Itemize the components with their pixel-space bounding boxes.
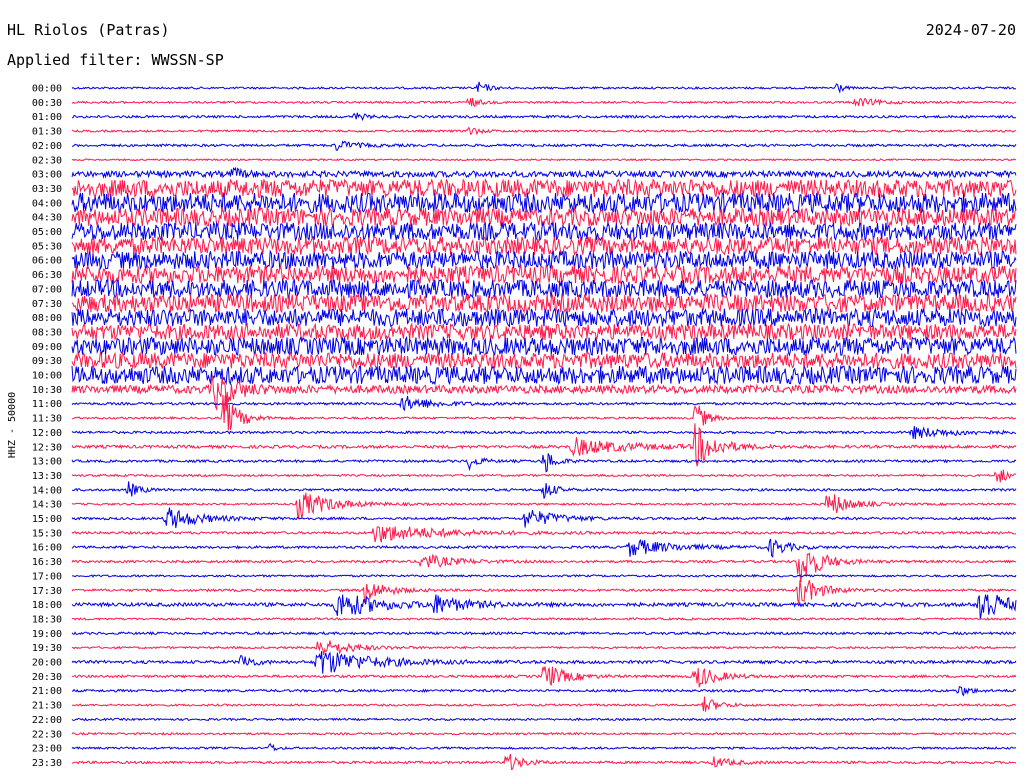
time-tick-label: 10:30: [32, 385, 62, 396]
time-tick-label: 01:00: [32, 112, 62, 123]
seismic-trace: [72, 666, 1017, 688]
seismic-trace: [71, 686, 1017, 697]
time-tick-label: 04:00: [32, 198, 62, 209]
seismic-trace: [71, 631, 1017, 636]
time-tick-label: 18:30: [32, 614, 62, 625]
seismic-trace: [71, 696, 1016, 712]
seismic-trace: [71, 594, 1017, 620]
time-tick-label: 07:00: [32, 284, 62, 295]
time-tick-label: 05:30: [32, 241, 62, 252]
time-tick-label: 03:00: [32, 170, 62, 181]
time-tick-label: 21:00: [32, 686, 62, 697]
time-tick-label: 21:30: [32, 701, 62, 712]
time-tick-label: 12:00: [32, 428, 62, 439]
seismic-trace: [71, 307, 1017, 328]
seismic-trace: [71, 112, 1017, 122]
seismic-trace: [71, 425, 1017, 440]
seismic-trace: [71, 364, 1017, 386]
seismic-trace: [71, 538, 1017, 558]
seismic-trace: [71, 526, 1017, 543]
seismic-trace: [71, 235, 1017, 257]
seismic-trace: [71, 395, 1017, 412]
time-tick-label: 03:30: [32, 184, 62, 195]
time-tick-label: 09:00: [32, 342, 62, 353]
seismic-trace: [71, 742, 1017, 752]
seismic-trace: [71, 278, 1017, 300]
time-tick-label: 20:00: [32, 658, 62, 669]
seismic-trace: [71, 717, 1017, 722]
time-tick-label: 15:00: [32, 514, 62, 525]
time-tick-label: 12:30: [32, 442, 62, 453]
time-tick-label: 13:30: [32, 471, 62, 482]
seismic-trace: [71, 126, 1017, 136]
time-tick-label: 00:30: [32, 98, 62, 109]
seismic-trace: [71, 140, 1017, 151]
seismic-trace: [71, 753, 1017, 771]
time-tick-label: 04:30: [32, 213, 62, 224]
time-tick-label: 22:30: [32, 729, 62, 740]
time-tick-label: 11:30: [32, 414, 62, 425]
time-tick-label: 14:30: [32, 500, 62, 511]
seismic-trace: [71, 177, 1017, 199]
time-tick-label: 05:00: [32, 227, 62, 238]
time-tick-label: 15:30: [32, 528, 62, 539]
time-tick-label: 00:00: [32, 84, 62, 95]
seismic-trace: [71, 220, 1017, 242]
time-tick-label: 13:00: [32, 457, 62, 468]
time-tick-label: 18:00: [32, 600, 62, 611]
time-tick-label: 07:30: [32, 299, 62, 310]
seismic-trace: [71, 158, 1017, 162]
time-tick-label: 22:00: [32, 715, 62, 726]
seismic-trace: [71, 97, 1017, 108]
time-tick-group: 00:00 00:30 01:00 01:30 02:00 02:30 03:00 03:30…: [32, 84, 62, 769]
time-tick-label: 01:30: [32, 127, 62, 138]
channel-label: HHZ - 50000: [7, 392, 18, 458]
seismic-trace: [71, 453, 1017, 473]
seismic-trace: [71, 81, 1017, 94]
time-tick-label: 08:30: [32, 327, 62, 338]
time-tick-label: 17:00: [32, 571, 62, 582]
seismic-trace: [71, 579, 1017, 604]
time-tick-label: 19:30: [32, 643, 62, 654]
time-tick-label: 17:30: [32, 586, 62, 597]
seismic-trace: [71, 481, 1017, 499]
seismic-trace: [71, 507, 1017, 529]
time-tick-label: 11:00: [32, 399, 62, 410]
seismic-trace: [71, 322, 1017, 342]
seismic-trace: [71, 573, 1017, 578]
seismic-trace: [71, 351, 1017, 371]
seismic-trace: [71, 469, 1017, 483]
time-tick-label: 19:00: [32, 629, 62, 640]
time-tick-label: 02:00: [32, 141, 62, 152]
time-tick-label: 23:00: [32, 744, 62, 755]
seismic-trace: [71, 394, 1017, 431]
time-tick-label: 14:00: [32, 485, 62, 496]
trace-group: [71, 81, 1017, 771]
time-tick-label: 16:30: [32, 557, 62, 568]
seismic-trace: [71, 616, 1017, 621]
seismic-trace: [71, 292, 1017, 314]
time-tick-label: 16:00: [32, 543, 62, 554]
time-tick-label: 06:30: [32, 270, 62, 281]
time-tick-label: 02:30: [32, 155, 62, 166]
seismic-trace: [71, 335, 1017, 357]
time-tick-label: 06:00: [32, 256, 62, 267]
seismic-trace: [71, 640, 1016, 655]
seismic-trace: [71, 552, 1017, 583]
time-tick-label: 10:00: [32, 371, 62, 382]
seismic-trace: [71, 731, 1017, 736]
time-tick-label: 23:30: [32, 758, 62, 769]
seismogram-plot: 00:00 00:30 01:00 01:30 02:00 02:30 03:00 03:30…: [7, 81, 1017, 771]
time-tick-label: 08:00: [32, 313, 62, 324]
time-tick-label: 20:30: [32, 672, 62, 683]
time-tick-label: 09:30: [32, 356, 62, 367]
seismic-trace: [71, 166, 1017, 179]
